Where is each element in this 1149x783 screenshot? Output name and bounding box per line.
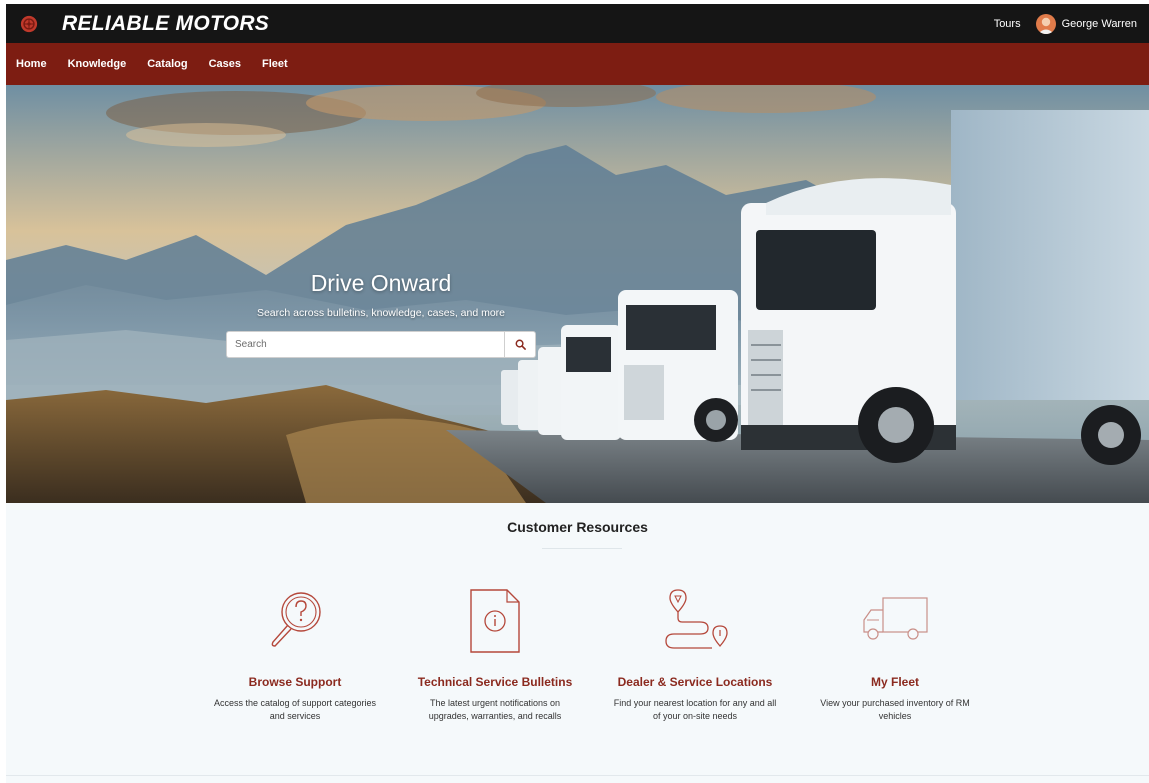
card-technical-service-bulletins[interactable]: Technical Service Bulletins The latest u… [400,588,590,723]
card-description: The latest urgent notifications on upgra… [428,698,562,721]
card-description: View your purchased inventory of RM vehi… [820,698,970,721]
app-frame: RELIABLE MOTORS Tours George Warren Home… [6,4,1149,783]
card-icon-wrapper [800,588,990,654]
hero-subtitle: Search across bulletins, knowledge, case… [256,307,506,319]
card-title[interactable]: Technical Service Bulletins [400,675,590,689]
header-actions: Tours George Warren [994,13,1137,34]
nav-item-fleet[interactable]: Fleet [262,58,288,70]
nav-item-knowledge[interactable]: Knowledge [68,58,127,70]
search-button[interactable] [504,331,536,358]
main-nav: Home Knowledge Catalog Cases Fleet [6,43,1149,85]
card-browse-support[interactable]: Browse Support Access the catalog of sup… [200,588,390,723]
card-dealer-service-locations[interactable]: Dealer & Service Locations Find your nea… [600,588,790,723]
search-input[interactable] [226,331,504,358]
footer-divider [6,775,1149,776]
resource-cards: Browse Support Access the catalog of sup… [200,588,1000,723]
hero-background-image [6,85,1149,503]
user-menu[interactable]: George Warren [1062,18,1137,30]
hero-title: Drive Onward [310,270,452,296]
card-title[interactable]: Dealer & Service Locations [600,675,790,689]
document-info-icon [470,589,520,653]
card-icon-wrapper [400,588,590,654]
route-pins-icon [665,589,728,649]
search-icon [515,339,526,350]
card-title[interactable]: My Fleet [800,675,990,689]
top-header: RELIABLE MOTORS Tours George Warren [6,4,1149,43]
truck-icon [863,597,928,640]
card-icon-wrapper [200,588,390,654]
card-description: Access the catalog of support categories… [213,698,377,721]
card-my-fleet[interactable]: My Fleet View your purchased inventory o… [800,588,990,723]
avatar[interactable] [1035,13,1056,34]
nav-item-cases[interactable]: Cases [209,58,241,70]
search-bar [226,331,536,358]
user-avatar-icon [1035,13,1056,34]
logo-wheel-icon[interactable] [20,15,38,33]
tours-link[interactable]: Tours [994,18,1021,30]
brand-name[interactable]: RELIABLE MOTORS [62,12,269,36]
customer-resources-section: Customer Resources Browse Support Access… [6,503,1149,783]
hero-banner: Drive Onward Search across bulletins, kn… [6,85,1149,503]
card-description: Find your nearest location for any and a… [613,698,777,721]
card-icon-wrapper [600,588,790,654]
hero-search-panel: Drive Onward Search across bulletins, kn… [226,270,536,358]
section-title: Customer Resources [507,519,648,535]
magnifier-question-icon [271,592,321,647]
title-divider [542,548,622,549]
card-title[interactable]: Browse Support [200,675,390,689]
nav-item-home[interactable]: Home [16,58,47,70]
nav-item-catalog[interactable]: Catalog [147,58,187,70]
